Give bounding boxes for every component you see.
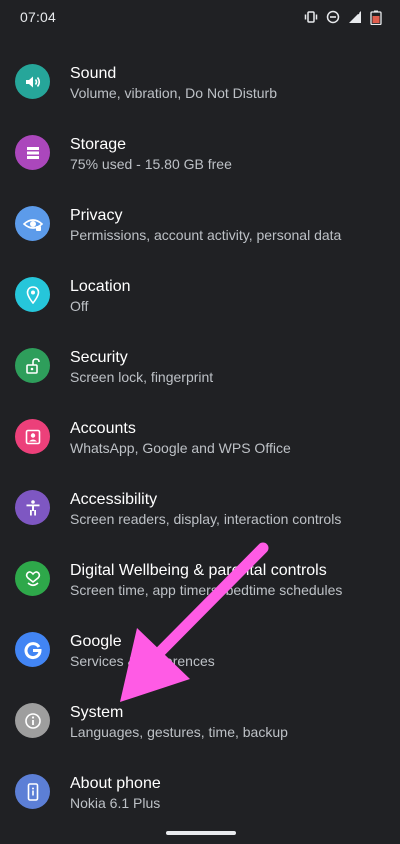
info-icon [15,703,50,738]
settings-item-accounts[interactable]: Accounts WhatsApp, Google and WPS Office [0,401,400,472]
settings-item-subtitle: Screen lock, fingerprint [70,369,214,385]
settings-item-security[interactable]: Security Screen lock, fingerprint [0,330,400,401]
settings-list: Sound Volume, vibration, Do Not Disturb … [0,46,400,827]
gesture-navigation-handle[interactable] [166,831,236,835]
settings-item-subtitle: 75% used - 15.80 GB free [70,156,232,172]
settings-item-title: Accounts [70,420,136,437]
settings-item-location[interactable]: Location Off [0,259,400,330]
google-g-icon [15,632,50,667]
settings-item-title: Google [70,633,122,650]
settings-item-subtitle: Permissions, account activity, personal … [70,227,342,243]
settings-item-title: About phone [70,775,161,792]
settings-item-digital-wellbeing[interactable]: Digital Wellbeing & parental controls Sc… [0,543,400,614]
status-icons [304,10,382,25]
accessibility-icon [15,490,50,525]
do-not-disturb-icon [326,10,340,24]
settings-item-about-phone[interactable]: About phone Nokia 6.1 Plus [0,756,400,827]
status-bar: 07:04 [0,0,400,34]
settings-item-storage[interactable]: Storage 75% used - 15.80 GB free [0,117,400,188]
settings-item-title: Sound [70,65,117,82]
settings-item-title: Location [70,278,131,295]
privacy-eye-icon [15,206,50,241]
settings-item-subtitle: Nokia 6.1 Plus [70,795,161,811]
settings-item-subtitle: Languages, gestures, time, backup [70,724,288,740]
settings-item-title: Accessibility [70,491,158,508]
settings-item-title: Digital Wellbeing & parental controls [70,562,327,579]
phone-icon [15,774,50,809]
status-time: 07:04 [20,9,57,25]
settings-item-subtitle: Off [70,298,89,314]
account-icon [15,419,50,454]
settings-item-privacy[interactable]: Privacy Permissions, account activity, p… [0,188,400,259]
settings-item-google[interactable]: Google Services & preferences [0,614,400,685]
settings-item-subtitle: Screen readers, display, interaction con… [70,511,342,527]
settings-item-subtitle: Services & preferences [70,653,215,669]
lock-icon [15,348,50,383]
settings-item-sound[interactable]: Sound Volume, vibration, Do Not Disturb [0,46,400,117]
battery-icon [370,10,382,25]
settings-item-title: Storage [70,136,127,153]
settings-item-subtitle: Screen time, app timers, bedtime schedul… [70,582,343,598]
sound-icon [15,64,50,99]
settings-item-subtitle: Volume, vibration, Do Not Disturb [70,85,277,101]
settings-item-title: System [70,704,124,721]
vibrate-icon [304,10,318,24]
signal-icon [348,10,362,24]
settings-item-subtitle: WhatsApp, Google and WPS Office [70,440,291,456]
location-pin-icon [15,277,50,312]
settings-item-accessibility[interactable]: Accessibility Screen readers, display, i… [0,472,400,543]
settings-item-title: Security [70,349,128,366]
wellbeing-heart-icon [15,561,50,596]
settings-item-title: Privacy [70,207,123,224]
settings-item-system[interactable]: System Languages, gestures, time, backup [0,685,400,756]
storage-icon [15,135,50,170]
